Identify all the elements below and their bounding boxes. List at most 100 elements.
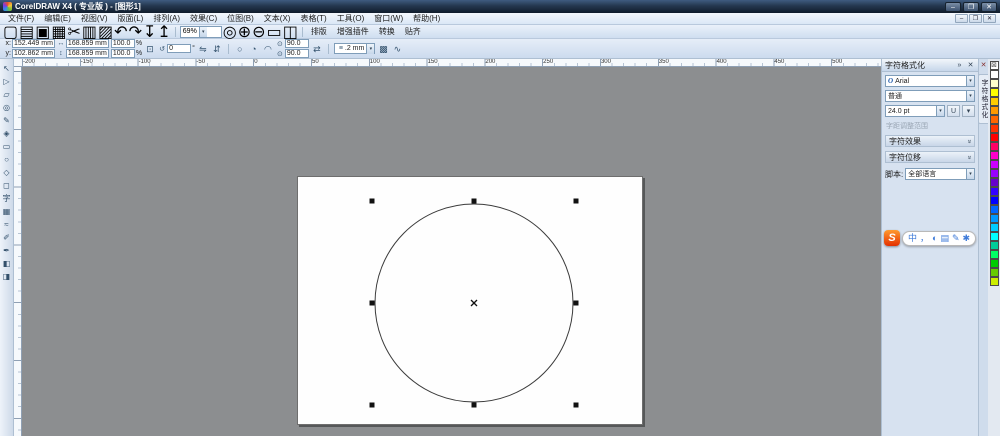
eyedropper-tool[interactable]: ✐ <box>1 232 13 244</box>
color-well[interactable] <box>990 142 999 151</box>
docker-tab-close-icon[interactable]: ✕ <box>981 62 987 70</box>
mirror-vertical-button[interactable]: ⇵ <box>211 43 223 55</box>
color-well[interactable] <box>990 232 999 241</box>
sogou-logo[interactable]: S <box>884 230 900 246</box>
doc-close-button[interactable]: ✕ <box>983 14 996 23</box>
selection-handle[interactable] <box>370 301 375 306</box>
color-well[interactable] <box>990 124 999 133</box>
chinese-mode-icon[interactable]: 中 <box>908 231 917 246</box>
arc-start-angle-field[interactable]: 90.0 <box>285 39 309 48</box>
font-style-combo[interactable]: 普通 ▾ <box>885 90 975 102</box>
minimize-button[interactable]: – <box>945 2 961 12</box>
arc-mode-button[interactable]: ◠ <box>262 43 274 55</box>
selection-handle[interactable] <box>574 301 579 306</box>
mirror-horizontal-button[interactable]: ⇋ <box>197 43 209 55</box>
scale-h-field[interactable]: 100.0 <box>111 39 135 48</box>
freehand-tool[interactable]: ✎ <box>1 115 13 127</box>
color-well[interactable] <box>990 196 999 205</box>
toolbar-text-button[interactable]: 转换 <box>375 26 399 38</box>
menu-item[interactable]: 表格(T) <box>295 13 331 25</box>
character-shift-section[interactable]: 字符位移 » <box>885 151 975 163</box>
color-well[interactable] <box>990 88 999 97</box>
color-well[interactable] <box>990 250 999 259</box>
character-effects-section[interactable]: 字符效果 » <box>885 135 975 147</box>
underline-button[interactable]: U <box>947 105 960 117</box>
chevron-down-icon[interactable]: ▾ <box>966 91 974 101</box>
shape-tool[interactable]: ▷ <box>1 76 13 88</box>
x-position-field[interactable]: 152.449 mm <box>12 39 55 48</box>
menu-item[interactable]: 窗口(W) <box>369 13 408 25</box>
fill-tool[interactable]: ◧ <box>1 258 13 270</box>
scale-v-field[interactable]: 100.0 <box>111 49 135 58</box>
drawing-canvas[interactable] <box>22 67 881 436</box>
object-height-field[interactable]: 168.859 mm <box>66 49 109 58</box>
close-button[interactable]: ✕ <box>981 2 997 12</box>
script-combo[interactable]: 全部语言 ▾ <box>905 168 975 180</box>
selection-handle[interactable] <box>370 199 375 204</box>
no-color-well[interactable]: ⊠ <box>990 61 999 70</box>
color-well[interactable] <box>990 79 999 88</box>
outline-width-combo[interactable]: ≡ .2 mm ▾ <box>334 43 375 54</box>
toolbar-text-button[interactable]: 增强插件 <box>333 26 373 38</box>
interactive-blend-tool[interactable]: ≈ <box>1 219 13 231</box>
color-well[interactable] <box>990 133 999 142</box>
selection-handle[interactable] <box>370 403 375 408</box>
docker-flyout-icon[interactable]: » <box>955 62 964 69</box>
smart-fill-tool[interactable]: ◈ <box>1 128 13 140</box>
pie-mode-button[interactable]: ◔ <box>248 43 260 55</box>
menu-item[interactable]: 工具(O) <box>332 13 370 25</box>
chevron-down-icon[interactable]: ▾ <box>936 106 944 116</box>
table-tool[interactable]: ▦ <box>1 206 13 218</box>
object-width-field[interactable]: 168.859 mm <box>66 39 109 48</box>
halfwidth-icon[interactable]: ◐ <box>932 231 937 246</box>
interactive-fill-tool[interactable]: ◨ <box>1 271 13 283</box>
doc-minimize-button[interactable]: – <box>955 14 968 23</box>
color-well[interactable] <box>990 241 999 250</box>
color-well[interactable] <box>990 160 999 169</box>
convert-to-curves-button[interactable]: ∿ <box>391 43 403 55</box>
expand-chevron-icon[interactable]: » <box>966 139 973 143</box>
toolbar-text-button[interactable]: 贴齐 <box>401 26 425 38</box>
menu-item[interactable]: 效果(C) <box>185 13 222 25</box>
selection-handle[interactable] <box>574 199 579 204</box>
rectangle-tool[interactable]: ▭ <box>1 141 13 153</box>
y-position-field[interactable]: 102.862 mm <box>12 49 55 58</box>
chevron-down-icon[interactable]: ▾ <box>966 76 974 86</box>
handwriting-icon[interactable]: ✎ <box>952 231 960 246</box>
crop-tool[interactable]: ▱ <box>1 89 13 101</box>
selection-handle[interactable] <box>574 403 579 408</box>
docker-close-icon[interactable]: ✕ <box>966 61 975 69</box>
color-well[interactable] <box>990 178 999 187</box>
color-well[interactable] <box>990 277 999 286</box>
horizontal-ruler[interactable]: -200-150-100-500501001502002503003504004… <box>14 59 881 67</box>
outline-pen-tool[interactable]: ✒ <box>1 245 13 257</box>
vertical-ruler[interactable]: 300250200150100500 <box>14 67 22 436</box>
chevron-down-icon[interactable]: ▾ <box>966 169 974 179</box>
wrench-icon[interactable]: ✱ <box>963 231 971 246</box>
color-well[interactable] <box>990 151 999 160</box>
toolbar-text-button[interactable]: 排版 <box>307 26 331 38</box>
color-well[interactable] <box>990 187 999 196</box>
color-well[interactable] <box>990 259 999 268</box>
rotation-angle-field[interactable]: 0 <box>167 44 191 53</box>
polygon-tool[interactable]: ◇ <box>1 167 13 179</box>
swap-direction-button[interactable]: ⇄ <box>311 43 323 55</box>
expand-chevron-icon[interactable]: » <box>966 155 973 159</box>
basic-shapes-tool[interactable]: ◻ <box>1 180 13 192</box>
maximize-button[interactable]: ❐ <box>963 2 979 12</box>
object-center-marker[interactable] <box>471 300 477 306</box>
pick-tool[interactable]: ↖ <box>1 63 13 75</box>
color-well[interactable] <box>990 169 999 178</box>
text-tool[interactable]: 字 <box>1 193 13 205</box>
doc-restore-button[interactable]: ❐ <box>969 14 982 23</box>
font-family-combo[interactable]: O Arial ▾ <box>885 75 975 87</box>
drawing-page[interactable] <box>297 176 643 425</box>
wrap-text-button[interactable]: ▩ <box>377 43 389 55</box>
punctuation-icon[interactable]: ， <box>920 231 929 246</box>
lock-ratio-button[interactable]: ⊡ <box>144 43 156 55</box>
ellipse-tool[interactable]: ○ <box>1 154 13 166</box>
zoom-level-combo[interactable]: 69% ▾ <box>180 26 222 38</box>
ellipse-mode-button[interactable]: ○ <box>234 43 246 55</box>
color-well[interactable] <box>990 97 999 106</box>
zoom-tool[interactable]: ◎ <box>1 102 13 114</box>
